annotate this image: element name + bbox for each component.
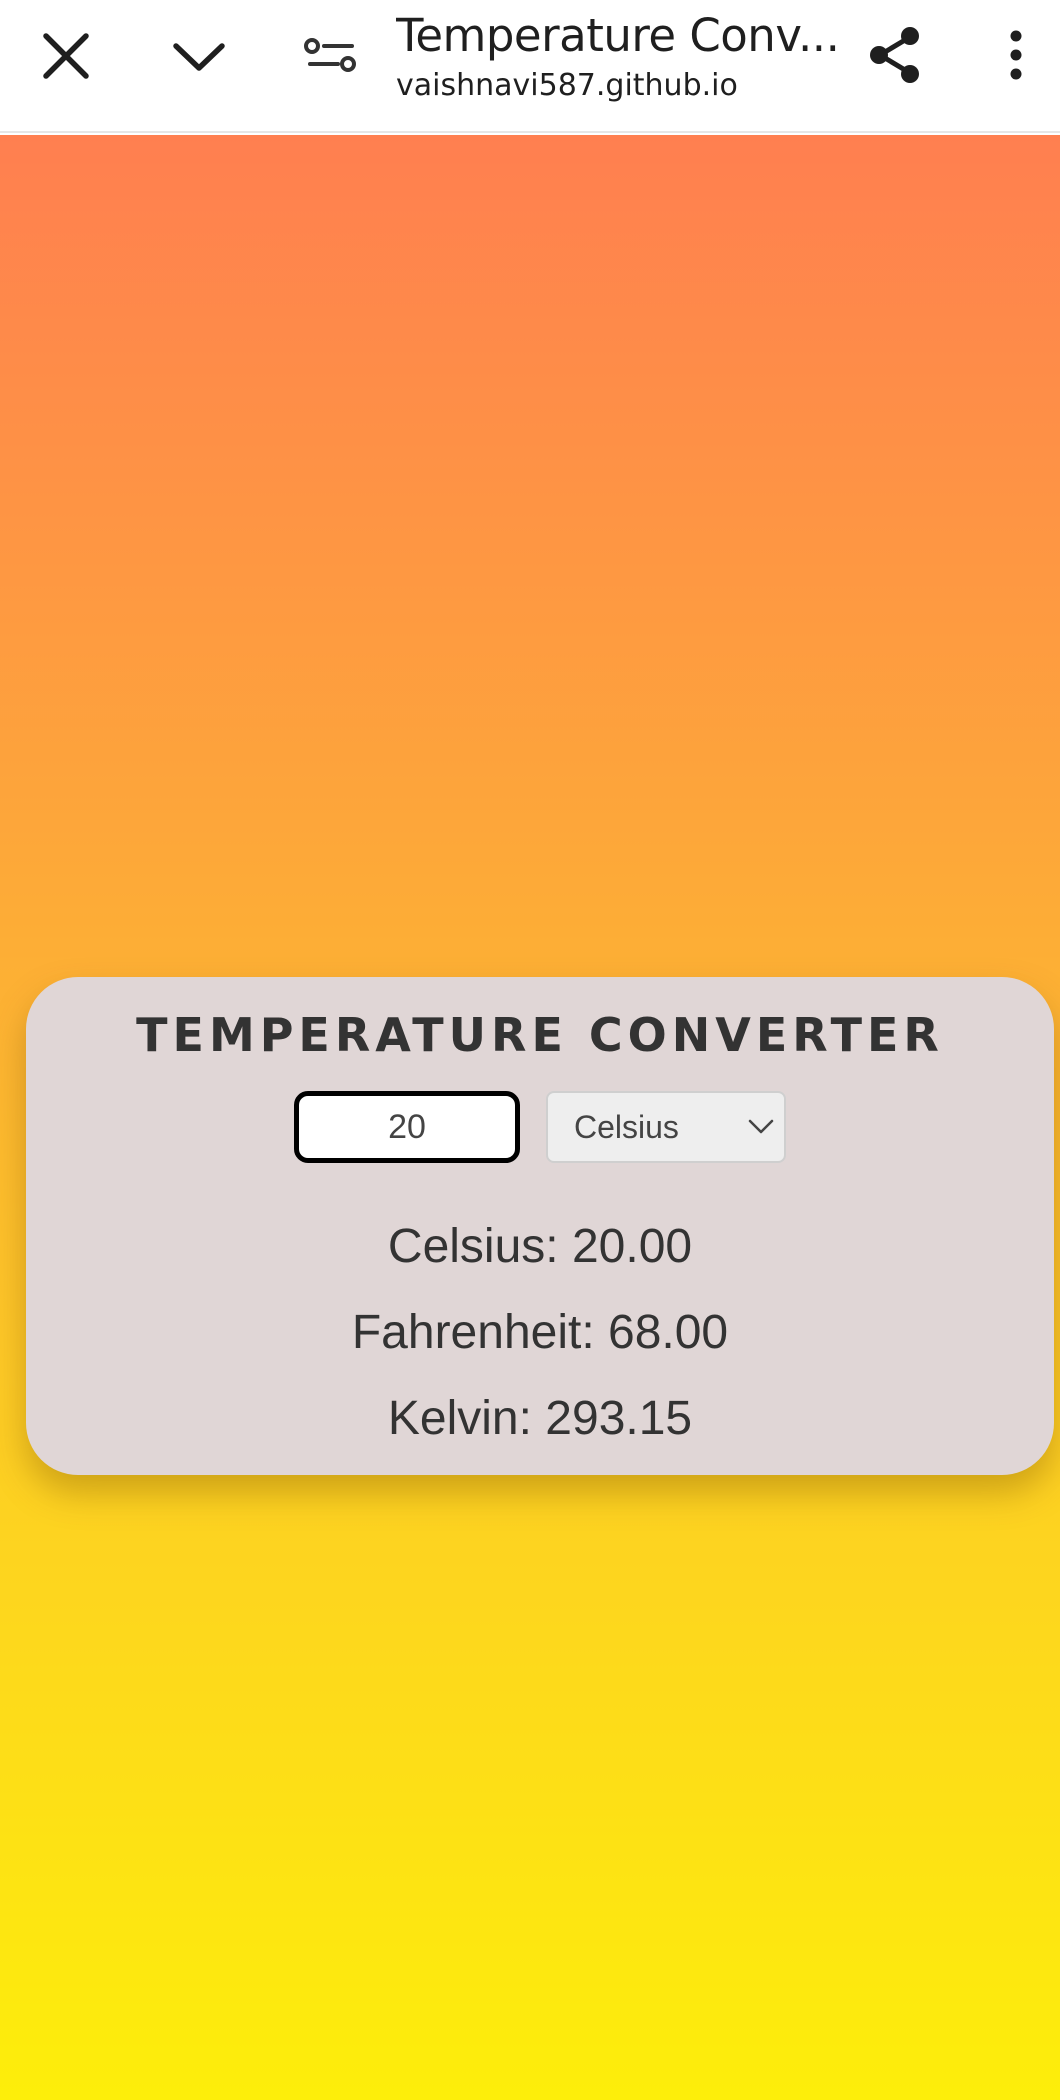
page-title: Temperature Conv... <box>396 9 836 62</box>
temperature-input[interactable] <box>294 1091 520 1163</box>
page-background: TEMPERATURE CONVERTER Celsius Celsius: 2… <box>0 135 1060 2100</box>
kelvin-result: Kelvin: 293.15 <box>387 1392 693 1445</box>
converter-card: TEMPERATURE CONVERTER Celsius Celsius: 2… <box>26 977 1054 1475</box>
unit-select-value: Celsius <box>574 1109 679 1145</box>
page-url: vaishnavi587.github.io <box>396 68 738 103</box>
more-vert-icon[interactable] <box>996 22 1036 88</box>
chevron-down-icon <box>746 1115 776 1139</box>
chevron-down-icon[interactable] <box>166 26 232 86</box>
title-block[interactable]: Temperature Conv... vaishnavi587.github.… <box>396 8 836 106</box>
share-icon[interactable] <box>862 22 928 88</box>
close-icon[interactable] <box>36 26 96 86</box>
page-settings-icon[interactable] <box>298 26 364 86</box>
converter-heading: TEMPERATURE CONVERTER <box>136 1008 944 1062</box>
browser-toolbar: Temperature Conv... vaishnavi587.github.… <box>0 0 1060 133</box>
celsius-result: Celsius: 20.00 <box>387 1220 693 1273</box>
fahrenheit-result: Fahrenheit: 68.00 <box>351 1306 729 1359</box>
unit-select[interactable]: Celsius <box>546 1091 786 1163</box>
